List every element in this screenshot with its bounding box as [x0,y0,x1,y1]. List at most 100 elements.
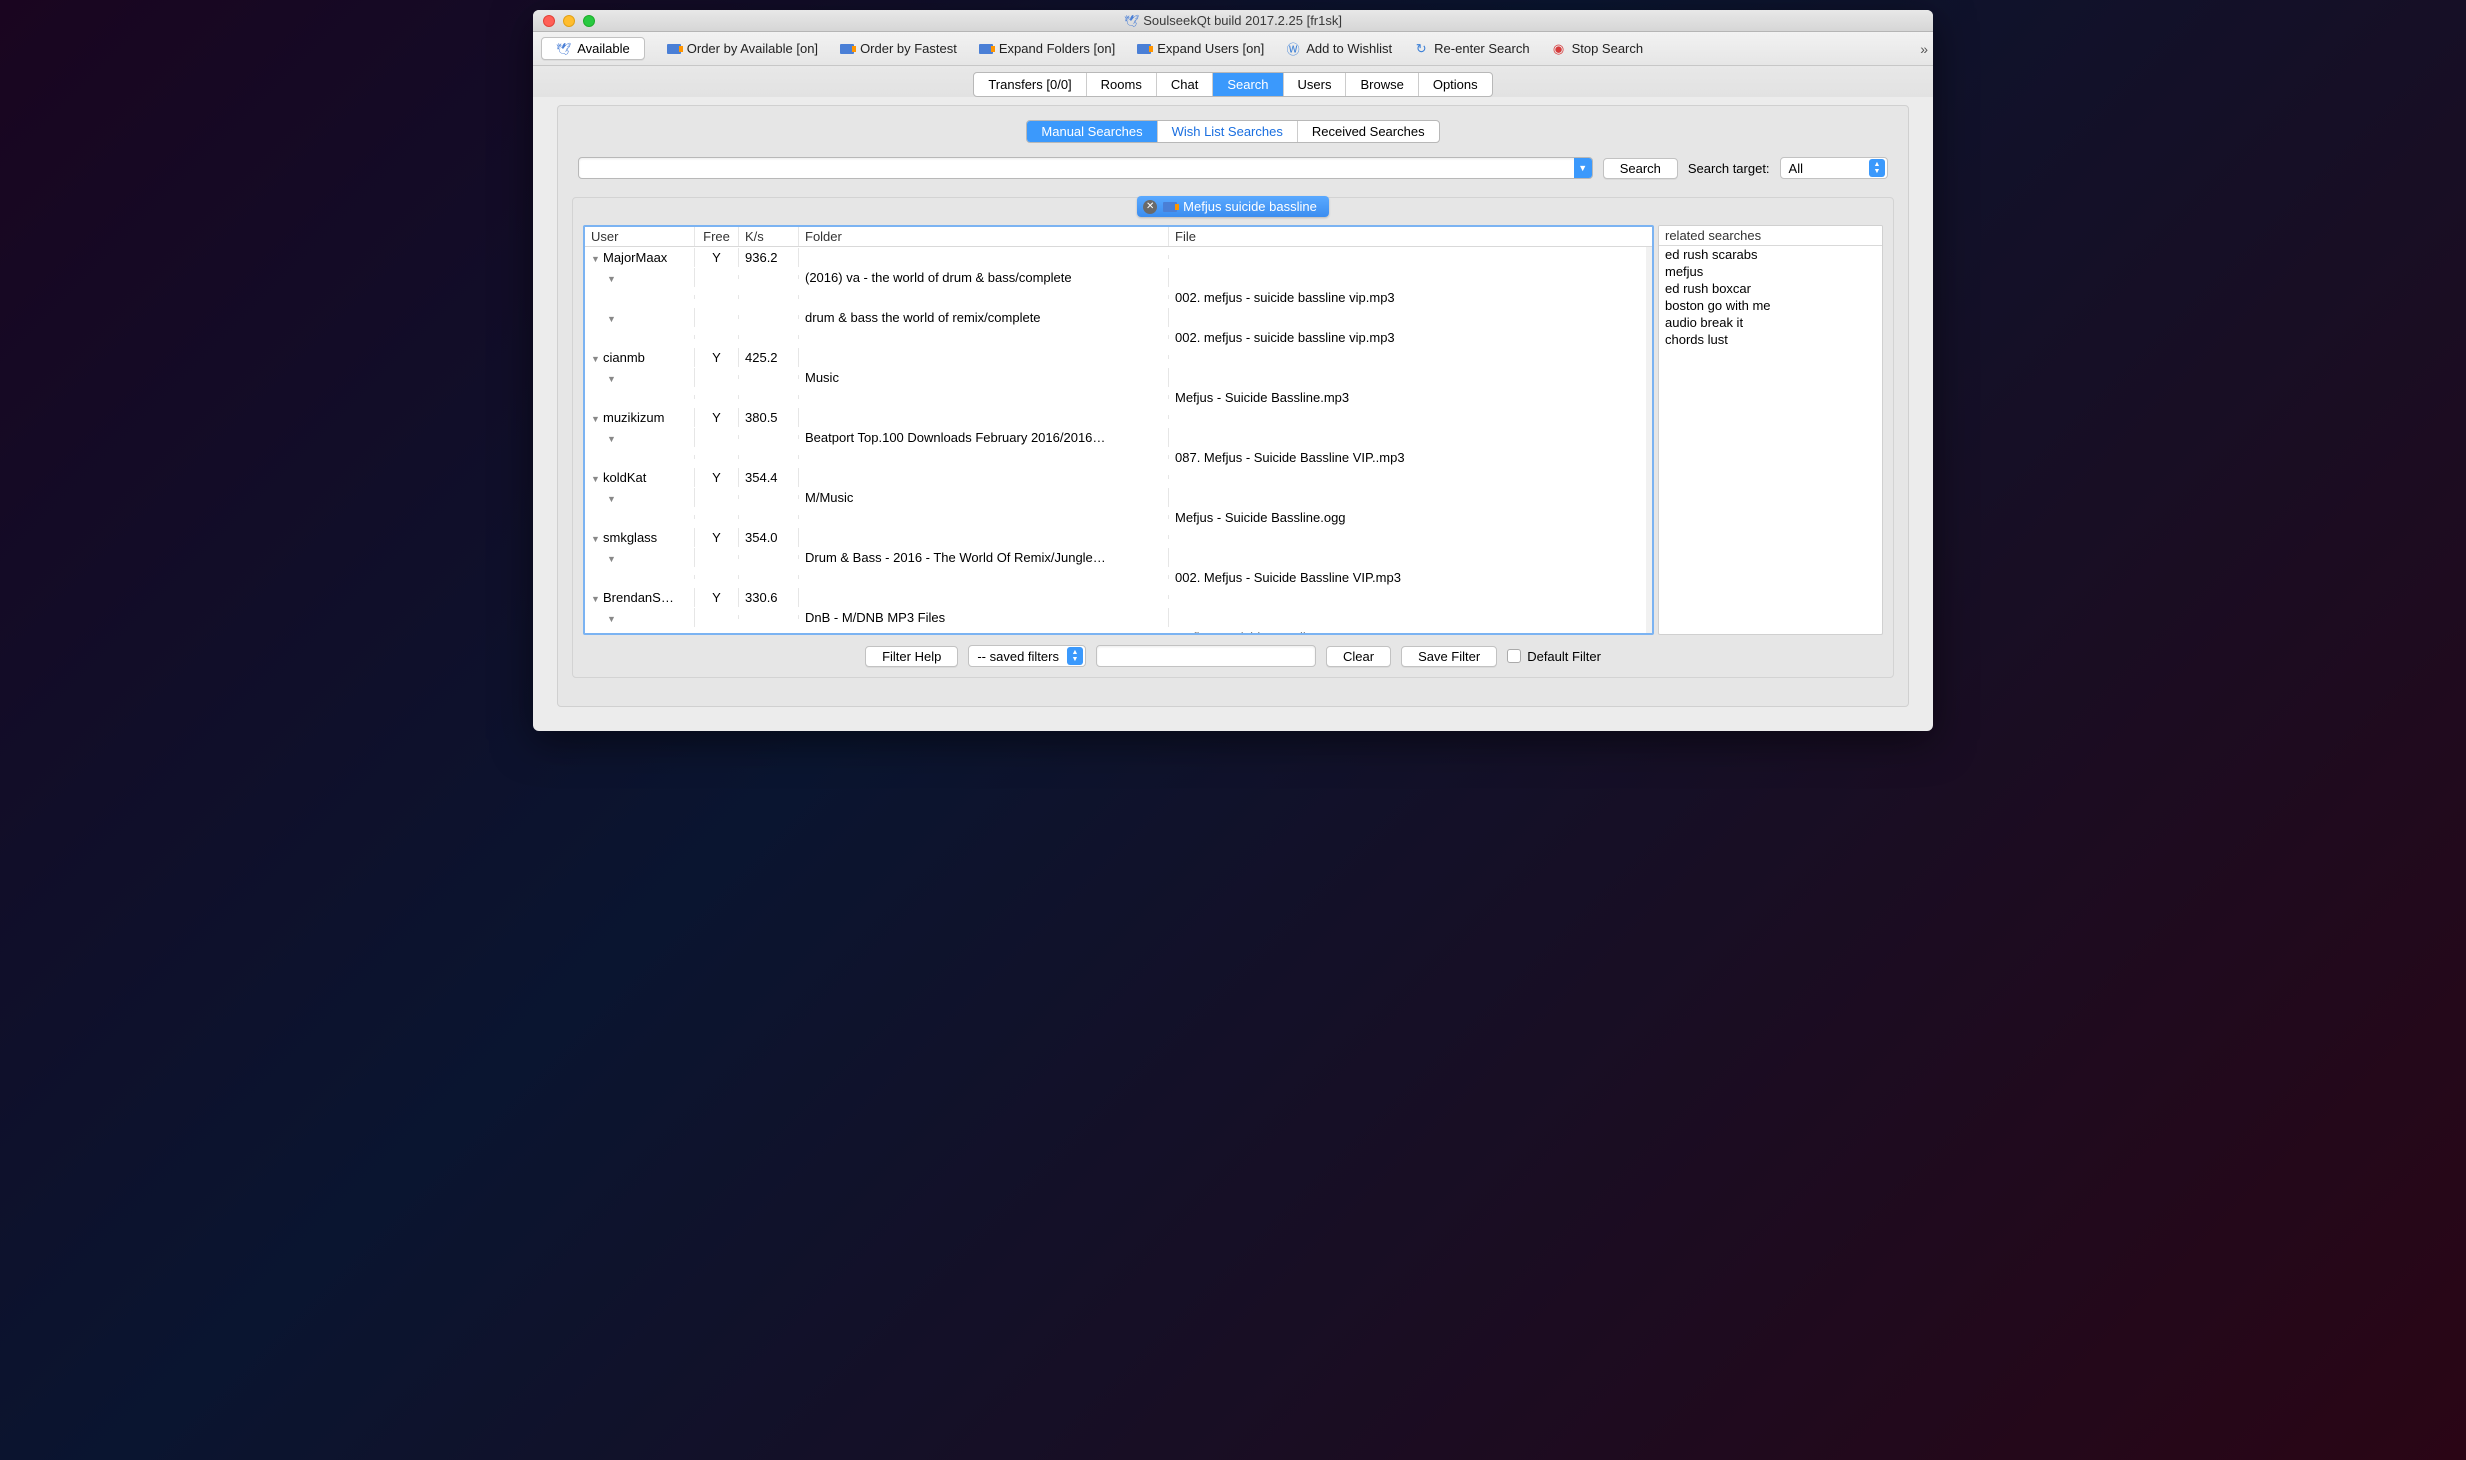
disclosure-icon[interactable]: ▼ [591,254,601,264]
table-row[interactable]: ▼DnB - M/DNB MP3 Files [585,607,1652,627]
scrollbar[interactable] [1646,247,1652,633]
col-file[interactable]: File [1169,227,1652,246]
toolbar-expand-users-on-[interactable]: Expand Users [on] [1137,41,1264,56]
disclosure-icon[interactable]: ▼ [591,594,601,604]
search-target-value: All [1789,161,1803,176]
status-button[interactable]: 🕊 Available [541,37,645,60]
toolbar-order-by-fastest[interactable]: Order by Fastest [840,41,957,56]
related-search-item[interactable]: ed rush boxcar [1659,280,1882,297]
toolbar-order-by-available-on-[interactable]: Order by Available [on] [667,41,818,56]
top-toolbar: 🕊 Available Order by Available [on] Order… [533,32,1933,66]
main-tabs: Transfers [0/0]RoomsChatSearchUsersBrows… [533,66,1933,97]
table-row[interactable]: ▼Beatport Top.100 Downloads February 201… [585,427,1652,447]
disclosure-icon[interactable]: ▼ [607,554,617,564]
toolbar-add-to-wishlist[interactable]: ⓌAdd to Wishlist [1286,41,1392,56]
table-row[interactable]: ▼cianmbY425.2 [585,347,1652,367]
table-row[interactable]: Mefjus - Suicide Bassline VIP.mp3 [585,627,1652,635]
search-mode-tabs: Manual SearchesWish List SearchesReceive… [572,120,1894,143]
related-search-item[interactable]: boston go with me [1659,297,1882,314]
disclosure-icon[interactable]: ▼ [607,274,617,284]
toolbar-expand-folders-on-[interactable]: Expand Folders [on] [979,41,1115,56]
tab-options[interactable]: Options [1419,73,1492,96]
search-tab-manual-searches[interactable]: Manual Searches [1027,121,1157,142]
search-button[interactable]: Search [1603,158,1678,179]
table-row[interactable]: ▼Drum & Bass - 2016 - The World Of Remix… [585,547,1652,567]
tab-users[interactable]: Users [1284,73,1347,96]
table-row[interactable]: 087. Mefjus - Suicide Bassline VIP..mp3 [585,447,1652,467]
zoom-window-button[interactable] [583,15,595,27]
search-target-select[interactable]: All ▲▼ [1780,157,1888,179]
toolbar-overflow-icon[interactable]: » [1920,41,1925,57]
disclosure-icon[interactable]: ▼ [607,494,617,504]
col-user[interactable]: User [585,227,695,246]
table-row[interactable]: ▼M/Music [585,487,1652,507]
clear-filter-button[interactable]: Clear [1326,646,1391,667]
table-row[interactable]: ▼Music [585,367,1652,387]
toolbar-label: Re-enter Search [1434,41,1529,56]
table-row[interactable]: 002. mefjus - suicide bassline vip.mp3 [585,287,1652,307]
saved-filters-value: -- saved filters [977,649,1059,664]
tab-search[interactable]: Search [1213,73,1283,96]
col-folder[interactable]: Folder [799,227,1169,246]
window-title: 🕊 SoulseekQt build 2017.2.25 [fr1sk] [533,13,1933,28]
toolbar-label: Expand Folders [on] [999,41,1115,56]
tab-chat[interactable]: Chat [1157,73,1213,96]
table-row[interactable]: ▼MajorMaaxY936.2 [585,247,1652,267]
related-search-item[interactable]: audio break it [1659,314,1882,331]
disclosure-icon[interactable]: ▼ [607,374,617,384]
table-row[interactable]: ▼BrendanS…Y330.6 [585,587,1652,607]
close-window-button[interactable] [543,15,555,27]
default-filter-checkbox[interactable]: Default Filter [1507,649,1601,664]
disclosure-icon[interactable]: ▼ [607,434,617,444]
table-row[interactable]: 002. mefjus - suicide bassline vip.mp3 [585,327,1652,347]
disclosure-icon[interactable]: ▼ [607,614,617,624]
related-search-item[interactable]: chords lust [1659,331,1882,348]
search-bar-row: ▼ Search Search target: All ▲▼ [572,157,1894,179]
filter-help-button[interactable]: Filter Help [865,646,958,667]
search-tab-received-searches[interactable]: Received Searches [1298,121,1439,142]
results-area: ✕ Mefjus suicide bassline User Free K/s … [572,197,1894,678]
toolbar-re-enter-search[interactable]: ↻Re-enter Search [1414,41,1529,56]
traffic-lights [533,15,595,27]
active-search-tab[interactable]: ✕ Mefjus suicide bassline [1137,196,1329,217]
related-search-item[interactable]: mefjus [1659,263,1882,280]
filter-input[interactable] [1096,645,1316,667]
search-combo-dropdown-icon[interactable]: ▼ [1574,158,1592,178]
save-filter-button[interactable]: Save Filter [1401,646,1497,667]
minimize-window-button[interactable] [563,15,575,27]
col-ks[interactable]: K/s [739,227,799,246]
tab-transfers-0-0-[interactable]: Transfers [0/0] [974,73,1086,96]
table-row[interactable]: ▼muzikizumY380.5 [585,407,1652,427]
disclosure-icon[interactable]: ▼ [591,354,601,364]
table-row[interactable]: Mefjus - Suicide Bassline.ogg [585,507,1652,527]
table-row[interactable]: Mefjus - Suicide Bassline.mp3 [585,387,1652,407]
col-free[interactable]: Free [695,227,739,246]
tab-browse[interactable]: Browse [1346,73,1418,96]
flag-icon [1137,44,1151,54]
search-input[interactable] [579,158,1574,178]
disclosure-icon[interactable]: ▼ [591,534,601,544]
search-tab-wish-list-searches[interactable]: Wish List Searches [1158,121,1298,142]
related-header: related searches [1659,226,1882,245]
related-search-item[interactable]: ed rush scarabs [1659,246,1882,263]
status-label: Available [577,41,630,56]
toolbar-stop-search[interactable]: ◉Stop Search [1552,41,1644,56]
titlebar: 🕊 SoulseekQt build 2017.2.25 [fr1sk] [533,10,1933,32]
select-arrows-icon: ▲▼ [1067,647,1083,665]
table-row[interactable]: 002. Mefjus - Suicide Bassline VIP.mp3 [585,567,1652,587]
disclosure-icon[interactable]: ▼ [607,314,617,324]
table-row[interactable]: ▼(2016) va - the world of drum & bass/co… [585,267,1652,287]
disclosure-icon[interactable]: ▼ [591,474,601,484]
table-row[interactable]: ▼koldKatY354.4 [585,467,1652,487]
results-table[interactable]: User Free K/s Folder File ▼MajorMaaxY936… [583,225,1654,635]
toolbar-label: Order by Fastest [860,41,957,56]
checkbox-icon [1507,649,1521,663]
disclosure-icon[interactable]: ▼ [591,414,601,424]
search-combo[interactable]: ▼ [578,157,1593,179]
table-row[interactable]: ▼drum & bass the world of remix/complete [585,307,1652,327]
close-tab-icon[interactable]: ✕ [1143,200,1157,214]
saved-filters-select[interactable]: -- saved filters ▲▼ [968,645,1086,667]
table-row[interactable]: ▼smkglassY354.0 [585,527,1652,547]
tab-rooms[interactable]: Rooms [1087,73,1157,96]
related-searches: related searches ed rush scarabsmefjused… [1658,225,1883,635]
